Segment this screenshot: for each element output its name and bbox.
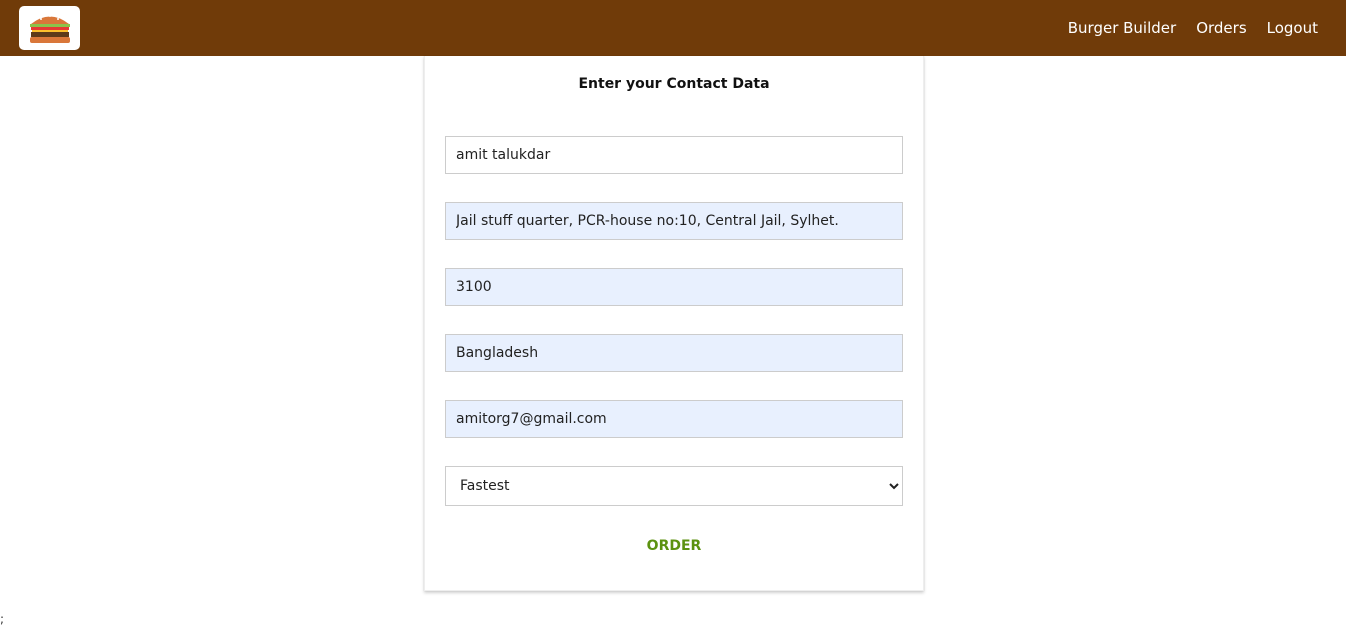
form-title: Enter your Contact Data — [578, 76, 770, 92]
order-button[interactable]: ORDER — [425, 538, 923, 554]
email-input[interactable] — [445, 400, 903, 438]
street-input[interactable] — [445, 202, 903, 240]
delivery-method-select[interactable]: Fastest — [445, 466, 903, 506]
nav-orders[interactable]: Orders — [1196, 0, 1246, 56]
burger-logo-icon[interactable] — [19, 6, 80, 50]
toolbar: Burger Builder Orders Logout — [0, 0, 1346, 56]
country-input[interactable] — [445, 334, 903, 372]
name-input[interactable] — [445, 136, 903, 174]
contact-data-card: Enter your Contact Data Fastest ORDER — [424, 56, 924, 591]
nav-logout[interactable]: Logout — [1267, 0, 1318, 56]
zip-code-input[interactable] — [445, 268, 903, 306]
nav-burger-builder[interactable]: Burger Builder — [1068, 0, 1176, 56]
main-nav: Burger Builder Orders Logout — [1048, 0, 1318, 56]
stray-text: ; — [0, 612, 5, 626]
